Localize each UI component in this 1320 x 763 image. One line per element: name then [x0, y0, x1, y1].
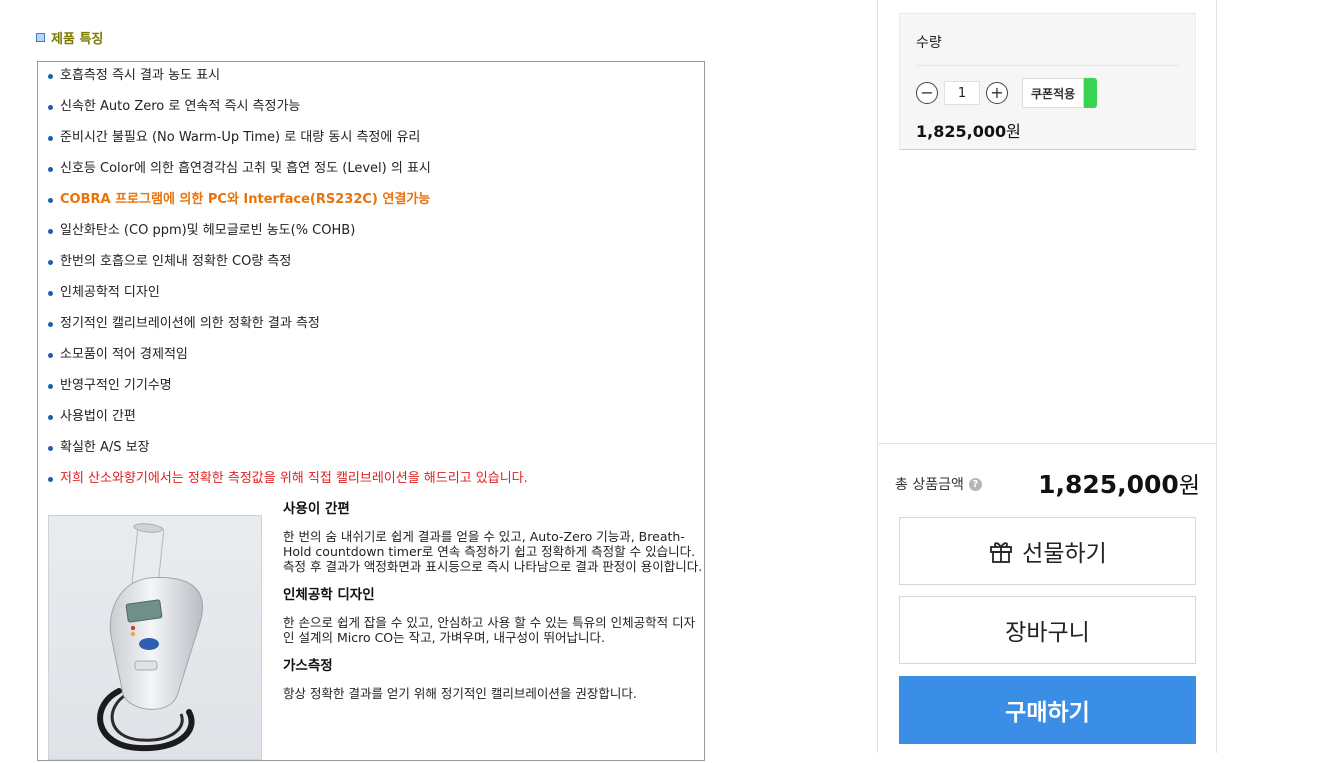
feature-text: 반영구적인 기기수명 [60, 378, 172, 393]
feature-text: 소모품이 적어 경제적임 [60, 347, 188, 362]
bullet-icon [48, 322, 53, 327]
feature-title-text: 제품 특징 [51, 32, 104, 47]
feature-text: 신속한 Auto Zero 로 연속적 즉시 측정가능 [60, 99, 301, 114]
bullet-icon [48, 384, 53, 389]
gift-button[interactable]: 선물하기 [899, 517, 1196, 585]
option-price-value: 1,825,000 [916, 122, 1007, 141]
feature-text: 호흡측정 즉시 결과 농도 표시 [60, 68, 221, 83]
feature-text: 저희 산소와향기에서는 정확한 측정값을 위해 직접 캘리브레이션을 해드리고 … [60, 471, 528, 486]
decrease-quantity-button[interactable]: − [916, 82, 938, 104]
bullet-icon [48, 105, 53, 110]
section-body: 한 번의 숨 내쉬기로 쉽게 결과를 얻을 수 있고, Auto-Zero 기능… [283, 529, 703, 574]
feature-item: 한번의 호흡으로 인체내 정확한 CO량 측정 [46, 252, 696, 283]
panel-divider [878, 443, 1216, 444]
feature-box: 호흡측정 즉시 결과 농도 표시 신속한 Auto Zero 로 연속적 즉시 … [37, 61, 705, 761]
feature-item: 준비시간 불필요 (No Warm-Up Time) 로 대량 동시 측정에 유… [46, 128, 696, 159]
feature-item: 사용법이 간편 [46, 407, 696, 438]
buy-button[interactable]: 구매하기 [899, 676, 1196, 744]
currency-unit: 원 [1006, 122, 1021, 141]
feature-text: 일산화탄소 (CO ppm)및 헤모글로빈 농도(% COHB) [60, 223, 356, 238]
total-label-text: 총 상품금액 [895, 477, 964, 493]
bullet-icon [48, 353, 53, 358]
feature-item: 일산화탄소 (CO ppm)및 헤모글로빈 농도(% COHB) [46, 221, 696, 252]
divider [916, 65, 1179, 66]
total-amount-label: 총 상품금액 ? [895, 474, 982, 494]
bullet-icon [48, 260, 53, 265]
feature-item: 호흡측정 즉시 결과 농도 표시 [46, 66, 696, 97]
section-heading: 인체공학 디자인 [283, 587, 375, 603]
bullet-icon [48, 198, 53, 203]
selected-option-box: 수량 − + 쿠폰적용 1,825,000원 [899, 13, 1196, 150]
gift-button-label: 선물하기 [1022, 541, 1107, 567]
bullet-icon [48, 415, 53, 420]
feature-item: 반영구적인 기기수명 [46, 376, 696, 407]
breath-analyzer-illustration [97, 523, 203, 752]
square-bullet-icon [36, 33, 45, 42]
bullet-icon [48, 229, 53, 234]
section-heading: 가스측정 [283, 658, 333, 674]
feature-text: 확실한 A/S 보장 [60, 440, 150, 455]
feature-item: 정기적인 캘리브레이션에 의한 정확한 결과 측정 [46, 314, 696, 345]
increase-quantity-button[interactable]: + [986, 82, 1008, 104]
feature-text: 인체공학적 디자인 [60, 285, 160, 300]
quantity-stepper: − + 쿠폰적용 [916, 78, 1098, 108]
feature-text: 정기적인 캘리브레이션에 의한 정확한 결과 측정 [60, 316, 320, 331]
coupon-indicator [1084, 78, 1098, 108]
gift-icon [990, 542, 1013, 563]
quantity-input[interactable] [944, 81, 980, 105]
feature-item: 신호등 Color에 의한 흡연경각심 고취 및 흡연 정도 (Level) 의… [46, 159, 696, 190]
bullet-icon [48, 136, 53, 141]
feature-item: 신속한 Auto Zero 로 연속적 즉시 측정가능 [46, 97, 696, 128]
product-image [48, 515, 262, 760]
feature-item-highlight: COBRA 프로그램에 의한 PC와 Interface(RS232C) 연결가… [46, 190, 696, 221]
feature-text: 사용법이 간편 [60, 409, 136, 424]
currency-unit: 원 [1178, 473, 1200, 499]
feature-text: 신호등 Color에 의한 흡연경각심 고취 및 흡연 정도 (Level) 의… [60, 161, 431, 176]
feature-item: 소모품이 적어 경제적임 [46, 345, 696, 376]
feature-section-title: 제품 특징 [36, 28, 103, 47]
section-body: 한 손으로 쉽게 잡을 수 있고, 안심하고 사용 할 수 있는 특유의 인체공… [283, 615, 696, 645]
quantity-label: 수량 [916, 35, 942, 51]
section-heading: 사용이 간편 [283, 501, 350, 517]
apply-coupon-button[interactable]: 쿠폰적용 [1022, 78, 1085, 108]
bullet-icon [48, 477, 53, 482]
feature-text: 준비시간 불필요 (No Warm-Up Time) 로 대량 동시 측정에 유… [60, 130, 421, 145]
bullet-icon [48, 446, 53, 451]
feature-item: 인체공학적 디자인 [46, 283, 696, 314]
coupon-control: 쿠폰적용 [1022, 78, 1098, 108]
feature-text: 한번의 호흡으로 인체내 정확한 CO량 측정 [60, 254, 292, 269]
cart-button[interactable]: 장바구니 [899, 596, 1196, 664]
feature-item-notice: 저희 산소와향기에서는 정확한 측정값을 위해 직접 캘리브레이션을 해드리고 … [46, 469, 696, 500]
total-price: 1,825,000원 [1038, 466, 1200, 500]
feature-list: 호흡측정 즉시 결과 농도 표시 신속한 Auto Zero 로 연속적 즉시 … [46, 66, 696, 500]
option-price: 1,825,000원 [916, 118, 1021, 142]
bullet-icon [48, 74, 53, 79]
section-body: 항상 정확한 결과를 얻기 위해 정기적인 캘리브레이션을 권장합니다. [283, 686, 637, 701]
help-icon[interactable]: ? [968, 477, 982, 491]
feature-text: COBRA 프로그램에 의한 PC와 Interface(RS232C) 연결가… [60, 192, 431, 207]
total-price-value: 1,825,000 [1038, 470, 1179, 499]
bullet-icon [48, 167, 53, 172]
bullet-icon [48, 291, 53, 296]
feature-item: 확실한 A/S 보장 [46, 438, 696, 469]
product-description: 사용이 간편 한 번의 숨 내쉬기로 쉽게 결과를 얻을 수 있고, Auto-… [283, 502, 703, 715]
